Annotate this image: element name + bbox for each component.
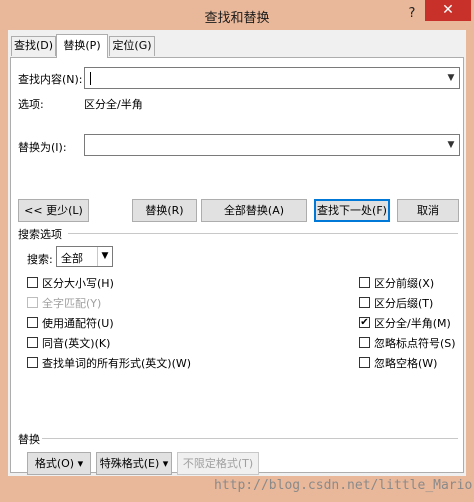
find-history-dropdown-icon[interactable]: ▼ — [443, 68, 459, 88]
match-prefix-checkbox[interactable] — [359, 277, 370, 288]
replace-with-label: 替换为(I): — [18, 141, 67, 154]
text-caret — [90, 72, 91, 85]
special-button[interactable]: 特殊格式(E) ▾ — [96, 452, 172, 475]
find-what-input[interactable]: ▼ — [84, 67, 460, 89]
match-suffix-checkbox[interactable] — [359, 297, 370, 308]
help-button[interactable]: ? — [402, 4, 422, 24]
sounds-like-checkbox[interactable] — [27, 337, 38, 348]
match-prefix-label[interactable]: 区分前缀(X) — [374, 275, 434, 291]
less-button[interactable]: << 更少(L) — [18, 199, 89, 222]
search-direction-select[interactable]: 全部 ▼ — [56, 246, 113, 267]
chevron-down-icon: ▼ — [97, 247, 112, 266]
whole-word-checkbox — [27, 297, 38, 308]
replace-all-button[interactable]: 全部替换(A) — [201, 199, 307, 222]
options-value: 区分全/半角 — [84, 98, 143, 111]
replace-with-input[interactable]: ▼ — [84, 134, 460, 156]
match-case-label[interactable]: 区分大小写(H) — [42, 275, 114, 291]
format-button[interactable]: 格式(O) ▾ — [27, 452, 91, 475]
find-next-button[interactable]: 查找下一处(F) — [314, 199, 390, 222]
find-what-label: 查找内容(N): — [18, 73, 83, 86]
options-label: 选项: — [18, 98, 44, 111]
all-word-forms-checkbox[interactable] — [27, 357, 38, 368]
ignore-spaces-label[interactable]: 忽略空格(W) — [374, 355, 437, 371]
checkmark-icon: ✔ — [360, 317, 369, 328]
close-button[interactable]: ✕ — [425, 0, 471, 21]
whole-word-label: 全字匹配(Y) — [42, 297, 102, 310]
find-replace-dialog: 查找和替换 ? ✕ 查找(D) 替换(P) 定位(G) 查找内容(N): ▼ 选… — [0, 0, 474, 502]
wildcards-checkbox[interactable] — [27, 317, 38, 328]
match-suffix-label[interactable]: 区分后缀(T) — [374, 295, 433, 311]
search-direction-label: 搜索: — [27, 253, 53, 266]
search-options-heading: 搜索选项 — [18, 228, 62, 241]
tab-find[interactable]: 查找(D) — [11, 36, 56, 56]
search-direction-value: 全部 — [61, 252, 83, 265]
replace-button[interactable]: 替换(R) — [132, 199, 197, 222]
title-bar[interactable]: 查找和替换 ? ✕ — [0, 0, 474, 30]
ignore-punctuation-label[interactable]: 忽略标点符号(S) — [374, 335, 456, 351]
replace-section-divider — [42, 438, 458, 439]
replace-section-heading: 替换 — [18, 433, 40, 446]
close-icon: ✕ — [442, 2, 454, 18]
search-options-divider — [68, 233, 458, 234]
dialog-body: 查找(D) 替换(P) 定位(G) 查找内容(N): ▼ 选项: 区分全/半角 … — [8, 30, 466, 476]
cancel-button[interactable]: 取消 — [397, 199, 459, 222]
sounds-like-label[interactable]: 同音(英文)(K) — [42, 335, 110, 351]
tab-goto[interactable]: 定位(G) — [109, 36, 155, 56]
ignore-spaces-checkbox[interactable] — [359, 357, 370, 368]
match-width-checkbox[interactable]: ✔ — [359, 317, 370, 328]
ignore-punctuation-checkbox[interactable] — [359, 337, 370, 348]
match-case-checkbox[interactable] — [27, 277, 38, 288]
wildcards-label[interactable]: 使用通配符(U) — [42, 315, 114, 331]
all-word-forms-label[interactable]: 查找单词的所有形式(英文)(W) — [42, 355, 191, 371]
watermark-text: http://blog.csdn.net/little_Mario — [214, 478, 473, 493]
replace-tab-panel: 查找内容(N): ▼ 选项: 区分全/半角 替换为(I): ▼ << 更少(L)… — [10, 57, 464, 475]
match-width-label[interactable]: 区分全/半角(M) — [374, 315, 451, 331]
tab-replace[interactable]: 替换(P) — [56, 34, 108, 58]
no-formatting-button: 不限定格式(T) — [177, 452, 259, 475]
replace-history-dropdown-icon[interactable]: ▼ — [443, 135, 459, 155]
